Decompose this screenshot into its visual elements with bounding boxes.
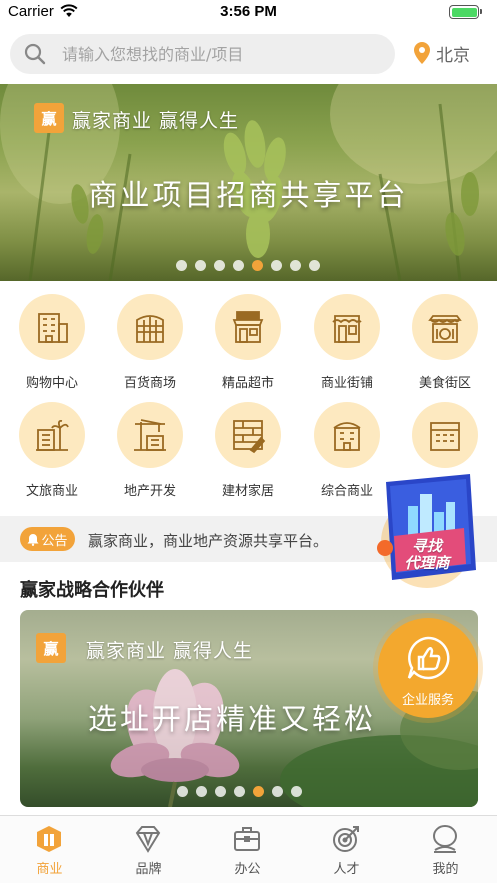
pagination-dot[interactable] xyxy=(177,786,188,797)
pagination-dot[interactable] xyxy=(271,260,282,271)
location-label: 北京 xyxy=(436,45,470,66)
department-store-icon xyxy=(136,315,164,343)
brand-logo: 赢 xyxy=(34,103,64,133)
diamond-brand-icon xyxy=(135,826,161,853)
search-icon xyxy=(24,43,46,65)
target-talent-icon xyxy=(333,826,359,852)
battery-tip xyxy=(480,9,482,14)
enterprise-service-button[interactable]: 企业服务 xyxy=(378,618,478,718)
category-food-street[interactable]: 美食街区 xyxy=(397,294,493,391)
category-label: 地产开发 xyxy=(123,484,176,499)
pagination-dot[interactable] xyxy=(309,260,320,271)
find-agent-button[interactable]: 寻找 代理商 xyxy=(372,472,482,592)
category-label: 精品超市 xyxy=(221,376,274,391)
thumbs-up-chat-icon xyxy=(407,636,450,680)
tab-label: 我的 xyxy=(432,862,459,877)
location-selector[interactable]: 北京 xyxy=(414,38,470,68)
cultural-tourism-icon xyxy=(36,419,69,451)
tab-label: 办公 xyxy=(234,862,261,877)
category-label: 购物中心 xyxy=(25,376,78,391)
category-shopping-mall[interactable]: 购物中心 xyxy=(4,294,100,391)
pagination-dot[interactable] xyxy=(234,786,245,797)
supermarket-icon xyxy=(232,311,264,343)
tab-profile[interactable]: 我的 xyxy=(396,816,495,883)
street-shop-icon xyxy=(332,315,362,343)
category-label: 商业街铺 xyxy=(320,376,373,391)
announcement-badge-label: 公告 xyxy=(41,533,68,549)
pagination-dot[interactable] xyxy=(215,786,226,797)
status-bar: Carrier 3:56 PM xyxy=(0,0,497,24)
tab-talent[interactable]: 人才 xyxy=(297,816,396,883)
announcement-text: 赢家商业，商业地产资源共享平台。 xyxy=(88,532,329,550)
pagination-dot[interactable] xyxy=(290,260,301,271)
search-header: 北京 xyxy=(0,24,497,84)
tab-label: 人才 xyxy=(333,862,360,877)
search-input[interactable] xyxy=(62,34,382,74)
pagination-dot[interactable] xyxy=(252,260,263,271)
announcement-badge: 公告 xyxy=(20,527,75,551)
category-street-shop[interactable]: 商业街铺 xyxy=(299,294,395,391)
profile-icon xyxy=(433,825,457,853)
food-street-icon xyxy=(428,315,462,343)
find-agent-label: 寻找 代理商 xyxy=(404,537,450,572)
bell-icon xyxy=(27,533,39,546)
promo-banner[interactable]: 赢 赢家商业 赢得人生 商业项目招商共享平台 xyxy=(0,84,497,281)
tab-label: 品牌 xyxy=(135,862,162,877)
shopping-mall-icon xyxy=(38,313,68,343)
complex-commercial-icon xyxy=(333,422,361,451)
pagination-dot[interactable] xyxy=(253,786,264,797)
tab-label: 商业 xyxy=(36,862,63,877)
business-tab-icon xyxy=(37,826,61,852)
pagination-dot[interactable] xyxy=(196,786,207,797)
category-building[interactable] xyxy=(397,402,493,480)
category-building-materials[interactable]: 建材家居 xyxy=(200,402,296,499)
pagination-dot[interactable] xyxy=(272,786,283,797)
battery-icon xyxy=(449,5,479,19)
banner-title: 商业项目招商共享平台 xyxy=(88,178,409,212)
real-estate-crane-icon xyxy=(134,419,166,451)
banner-pagination[interactable] xyxy=(176,260,320,271)
partners-section-title: 赢家战略合作伙伴 xyxy=(20,580,164,601)
location-pin-icon xyxy=(414,42,430,64)
enterprise-service-label: 企业服务 xyxy=(401,693,454,708)
partner-pagination[interactable] xyxy=(177,786,302,797)
pagination-dot[interactable] xyxy=(291,786,302,797)
partner-title: 选址开店精准又轻松 xyxy=(88,702,377,736)
category-label: 美食街区 xyxy=(418,376,471,391)
category-supermarket[interactable]: 精品超市 xyxy=(200,294,296,391)
category-real-estate[interactable]: 地产开发 xyxy=(102,402,198,499)
category-label: 文旅商业 xyxy=(25,484,78,499)
tab-brand[interactable]: 品牌 xyxy=(99,816,198,883)
building-materials-icon xyxy=(233,420,266,454)
pagination-dot[interactable] xyxy=(195,260,206,271)
category-department-store[interactable]: 百货商场 xyxy=(102,294,198,391)
partner-slogan: 赢家商业 赢得人生 xyxy=(86,640,254,662)
pagination-dot[interactable] xyxy=(233,260,244,271)
bottom-tab-bar: 商业 品牌 办公 人才 我的 xyxy=(0,815,497,883)
category-cultural-tourism[interactable]: 文旅商业 xyxy=(4,402,100,499)
briefcase-office-icon xyxy=(234,827,260,851)
pagination-dot[interactable] xyxy=(214,260,225,271)
tab-office[interactable]: 办公 xyxy=(198,816,297,883)
category-label: 建材家居 xyxy=(221,484,274,499)
find-agent-badge-icon xyxy=(377,474,476,588)
tab-business[interactable]: 商业 xyxy=(0,816,99,883)
pagination-dot[interactable] xyxy=(176,260,187,271)
building-icon xyxy=(430,422,460,451)
category-label: 百货商场 xyxy=(123,376,176,391)
brand-logo: 赢 xyxy=(36,633,66,663)
clock-time: 3:56 PM xyxy=(220,3,277,20)
banner-slogan: 赢家商业 赢得人生 xyxy=(72,110,240,132)
search-box[interactable] xyxy=(10,34,395,74)
